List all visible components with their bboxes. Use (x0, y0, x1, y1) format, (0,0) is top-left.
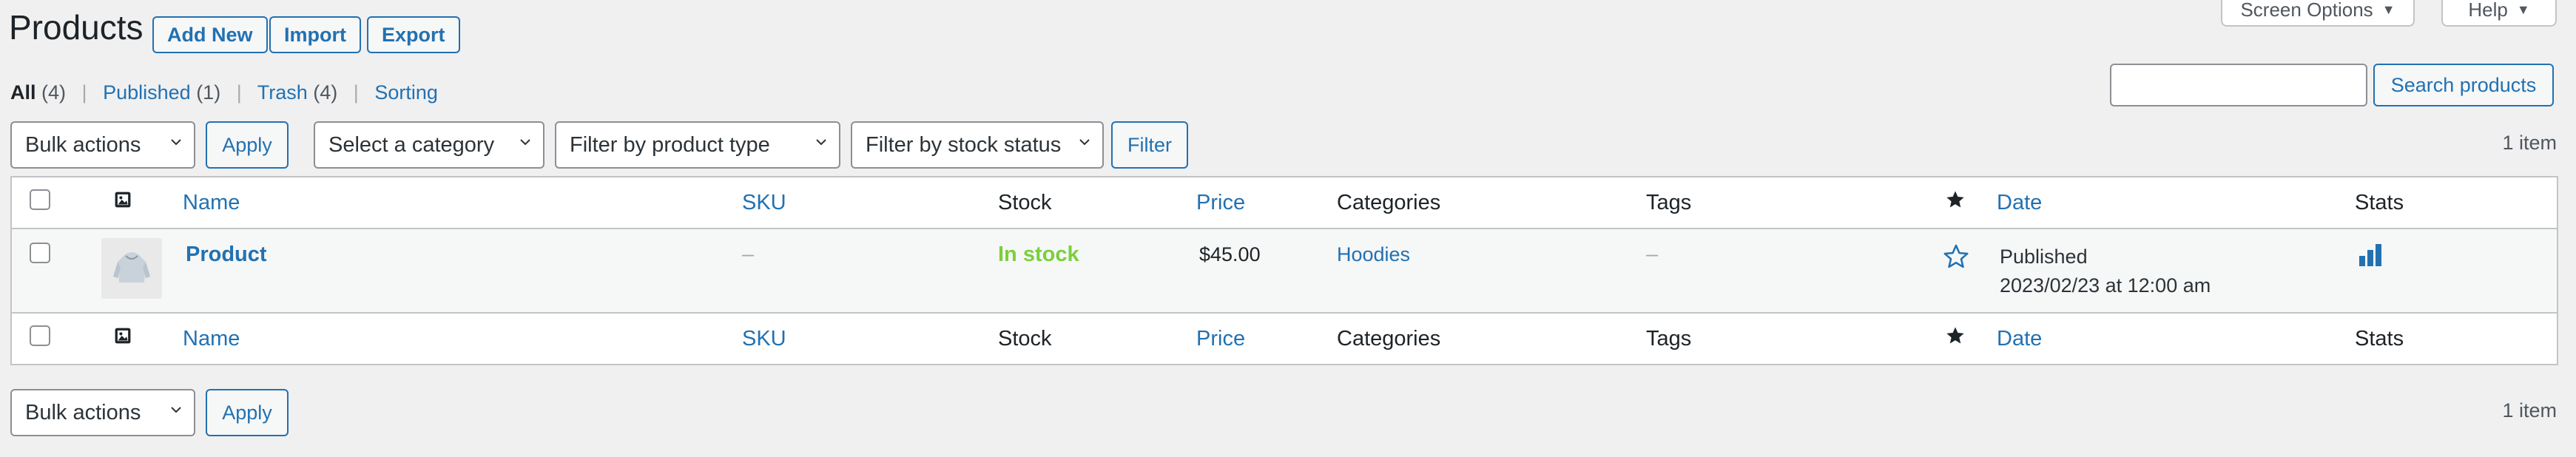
view-sorting[interactable]: Sorting (374, 81, 438, 104)
stock-status: In stock (998, 243, 1079, 266)
table-footer-row: Name SKU Stock Price Categories Tags Dat… (11, 313, 2558, 365)
date-status: Published (2000, 246, 2088, 268)
image-icon (115, 192, 131, 208)
add-new-button[interactable]: Add New (152, 16, 268, 53)
column-stock: Stock (998, 326, 1052, 351)
column-price[interactable]: Price (1196, 177, 1337, 228)
star-filled-icon (1946, 191, 1964, 208)
filter-button[interactable]: Filter (1111, 121, 1188, 169)
row-date-cell: Published 2023/02/23 at 12:00 am (1997, 228, 2355, 313)
category-select[interactable]: Select a category (314, 121, 544, 169)
view-all[interactable]: All (10, 81, 36, 104)
product-thumbnail[interactable] (101, 238, 162, 299)
screen-options-label: Screen Options (2240, 0, 2373, 21)
column-price[interactable]: Price (1196, 313, 1337, 365)
row-name-cell: Product (183, 228, 742, 313)
chevron-down-icon (816, 139, 826, 146)
apply-button-bottom[interactable]: Apply (206, 389, 289, 436)
column-sku[interactable]: SKU (742, 177, 998, 228)
column-sku[interactable]: SKU (742, 313, 998, 365)
product-tags: – (1646, 243, 1659, 266)
page-title: Products (9, 8, 144, 47)
product-type-value: Filter by product type (570, 132, 770, 157)
caret-down-icon: ▼ (2381, 1, 2395, 17)
column-name[interactable]: Name (183, 177, 742, 228)
help-button[interactable]: Help ▼ (2441, 0, 2557, 27)
export-button[interactable]: Export (367, 16, 460, 53)
thumbnail-column (79, 177, 183, 228)
row-featured-cell (1935, 228, 1997, 313)
star-outline-icon[interactable] (1942, 243, 1970, 271)
view-separator: | (81, 81, 87, 104)
view-separator: | (353, 81, 359, 104)
featured-column[interactable] (1935, 313, 1997, 365)
column-tags: Tags (1646, 190, 1692, 214)
star-filled-icon (1946, 327, 1964, 344)
select-all-checkbox[interactable] (30, 189, 50, 210)
table-row: Product – In stock $45.00 Hoodies – Publ… (11, 228, 2558, 313)
column-stock: Stock (998, 190, 1052, 214)
caret-down-icon: ▼ (2516, 1, 2530, 17)
thumbnail-column (79, 313, 183, 365)
product-sku: – (742, 243, 755, 266)
category-value: Select a category (328, 132, 495, 157)
products-table: Name SKU Stock Price Categories Tags Dat… (10, 176, 2558, 365)
product-name-link[interactable]: Product (186, 243, 267, 266)
column-date[interactable]: Date (1997, 313, 2355, 365)
row-stats-cell (2355, 228, 2558, 313)
row-stock-cell: In stock (998, 228, 1196, 313)
select-all-checkbox[interactable] (30, 325, 50, 346)
image-icon (115, 328, 131, 344)
column-name[interactable]: Name (183, 313, 742, 365)
select-all-cell (11, 313, 79, 365)
view-published[interactable]: Published (103, 81, 191, 104)
bulk-actions-value: Bulk actions (25, 132, 141, 157)
table-header-row: Name SKU Stock Price Categories Tags Dat… (11, 177, 2558, 228)
chevron-down-icon (171, 407, 181, 413)
view-trash-count: (4) (313, 81, 338, 104)
search-products-button[interactable]: Search products (2373, 64, 2554, 106)
bulk-actions-select-bottom[interactable]: Bulk actions (10, 389, 195, 436)
row-categories-cell: Hoodies (1337, 228, 1646, 313)
column-date[interactable]: Date (1997, 177, 2355, 228)
bulk-actions-select[interactable]: Bulk actions (10, 121, 195, 169)
date-value: 2023/02/23 at 12:00 am (2000, 274, 2211, 297)
chevron-down-icon (1079, 139, 1090, 146)
stock-status-select[interactable]: Filter by stock status (851, 121, 1104, 169)
column-stats: Stats (2355, 190, 2404, 214)
import-button[interactable]: Import (269, 16, 361, 53)
bar-chart-icon[interactable] (2358, 243, 2383, 266)
row-thumbnail-cell (79, 228, 183, 313)
view-separator: | (236, 81, 242, 104)
chevron-down-icon (520, 139, 530, 146)
search-input[interactable] (2110, 64, 2367, 106)
featured-column[interactable] (1935, 177, 1997, 228)
product-price: $45.00 (1199, 243, 1261, 265)
items-count: 1 item (2502, 132, 2557, 154)
view-published-count: (1) (196, 81, 221, 104)
help-label: Help (2468, 0, 2508, 21)
column-categories: Categories (1337, 190, 1441, 214)
apply-button[interactable]: Apply (206, 121, 289, 169)
view-filters: All (4) | Published (1) | Trash (4) | So… (10, 81, 438, 104)
category-link[interactable]: Hoodies (1337, 243, 1410, 265)
view-all-count: (4) (41, 81, 67, 104)
product-type-select[interactable]: Filter by product type (555, 121, 840, 169)
screen-options-button[interactable]: Screen Options ▼ (2221, 0, 2415, 27)
bulk-actions-value: Bulk actions (25, 400, 141, 424)
view-trash[interactable]: Trash (257, 81, 308, 104)
row-select-cell (11, 228, 79, 313)
column-stats: Stats (2355, 326, 2404, 351)
hoodie-image (113, 252, 150, 282)
stock-status-value: Filter by stock status (866, 132, 1062, 157)
row-sku-cell: – (742, 228, 998, 313)
select-all-cell (11, 177, 79, 228)
row-tags-cell: – (1646, 228, 1935, 313)
chevron-down-icon (171, 139, 181, 146)
items-count-bottom: 1 item (2502, 399, 2557, 422)
column-categories: Categories (1337, 326, 1441, 351)
column-tags: Tags (1646, 326, 1692, 351)
row-checkbox[interactable] (30, 243, 50, 263)
row-price-cell: $45.00 (1196, 228, 1337, 313)
